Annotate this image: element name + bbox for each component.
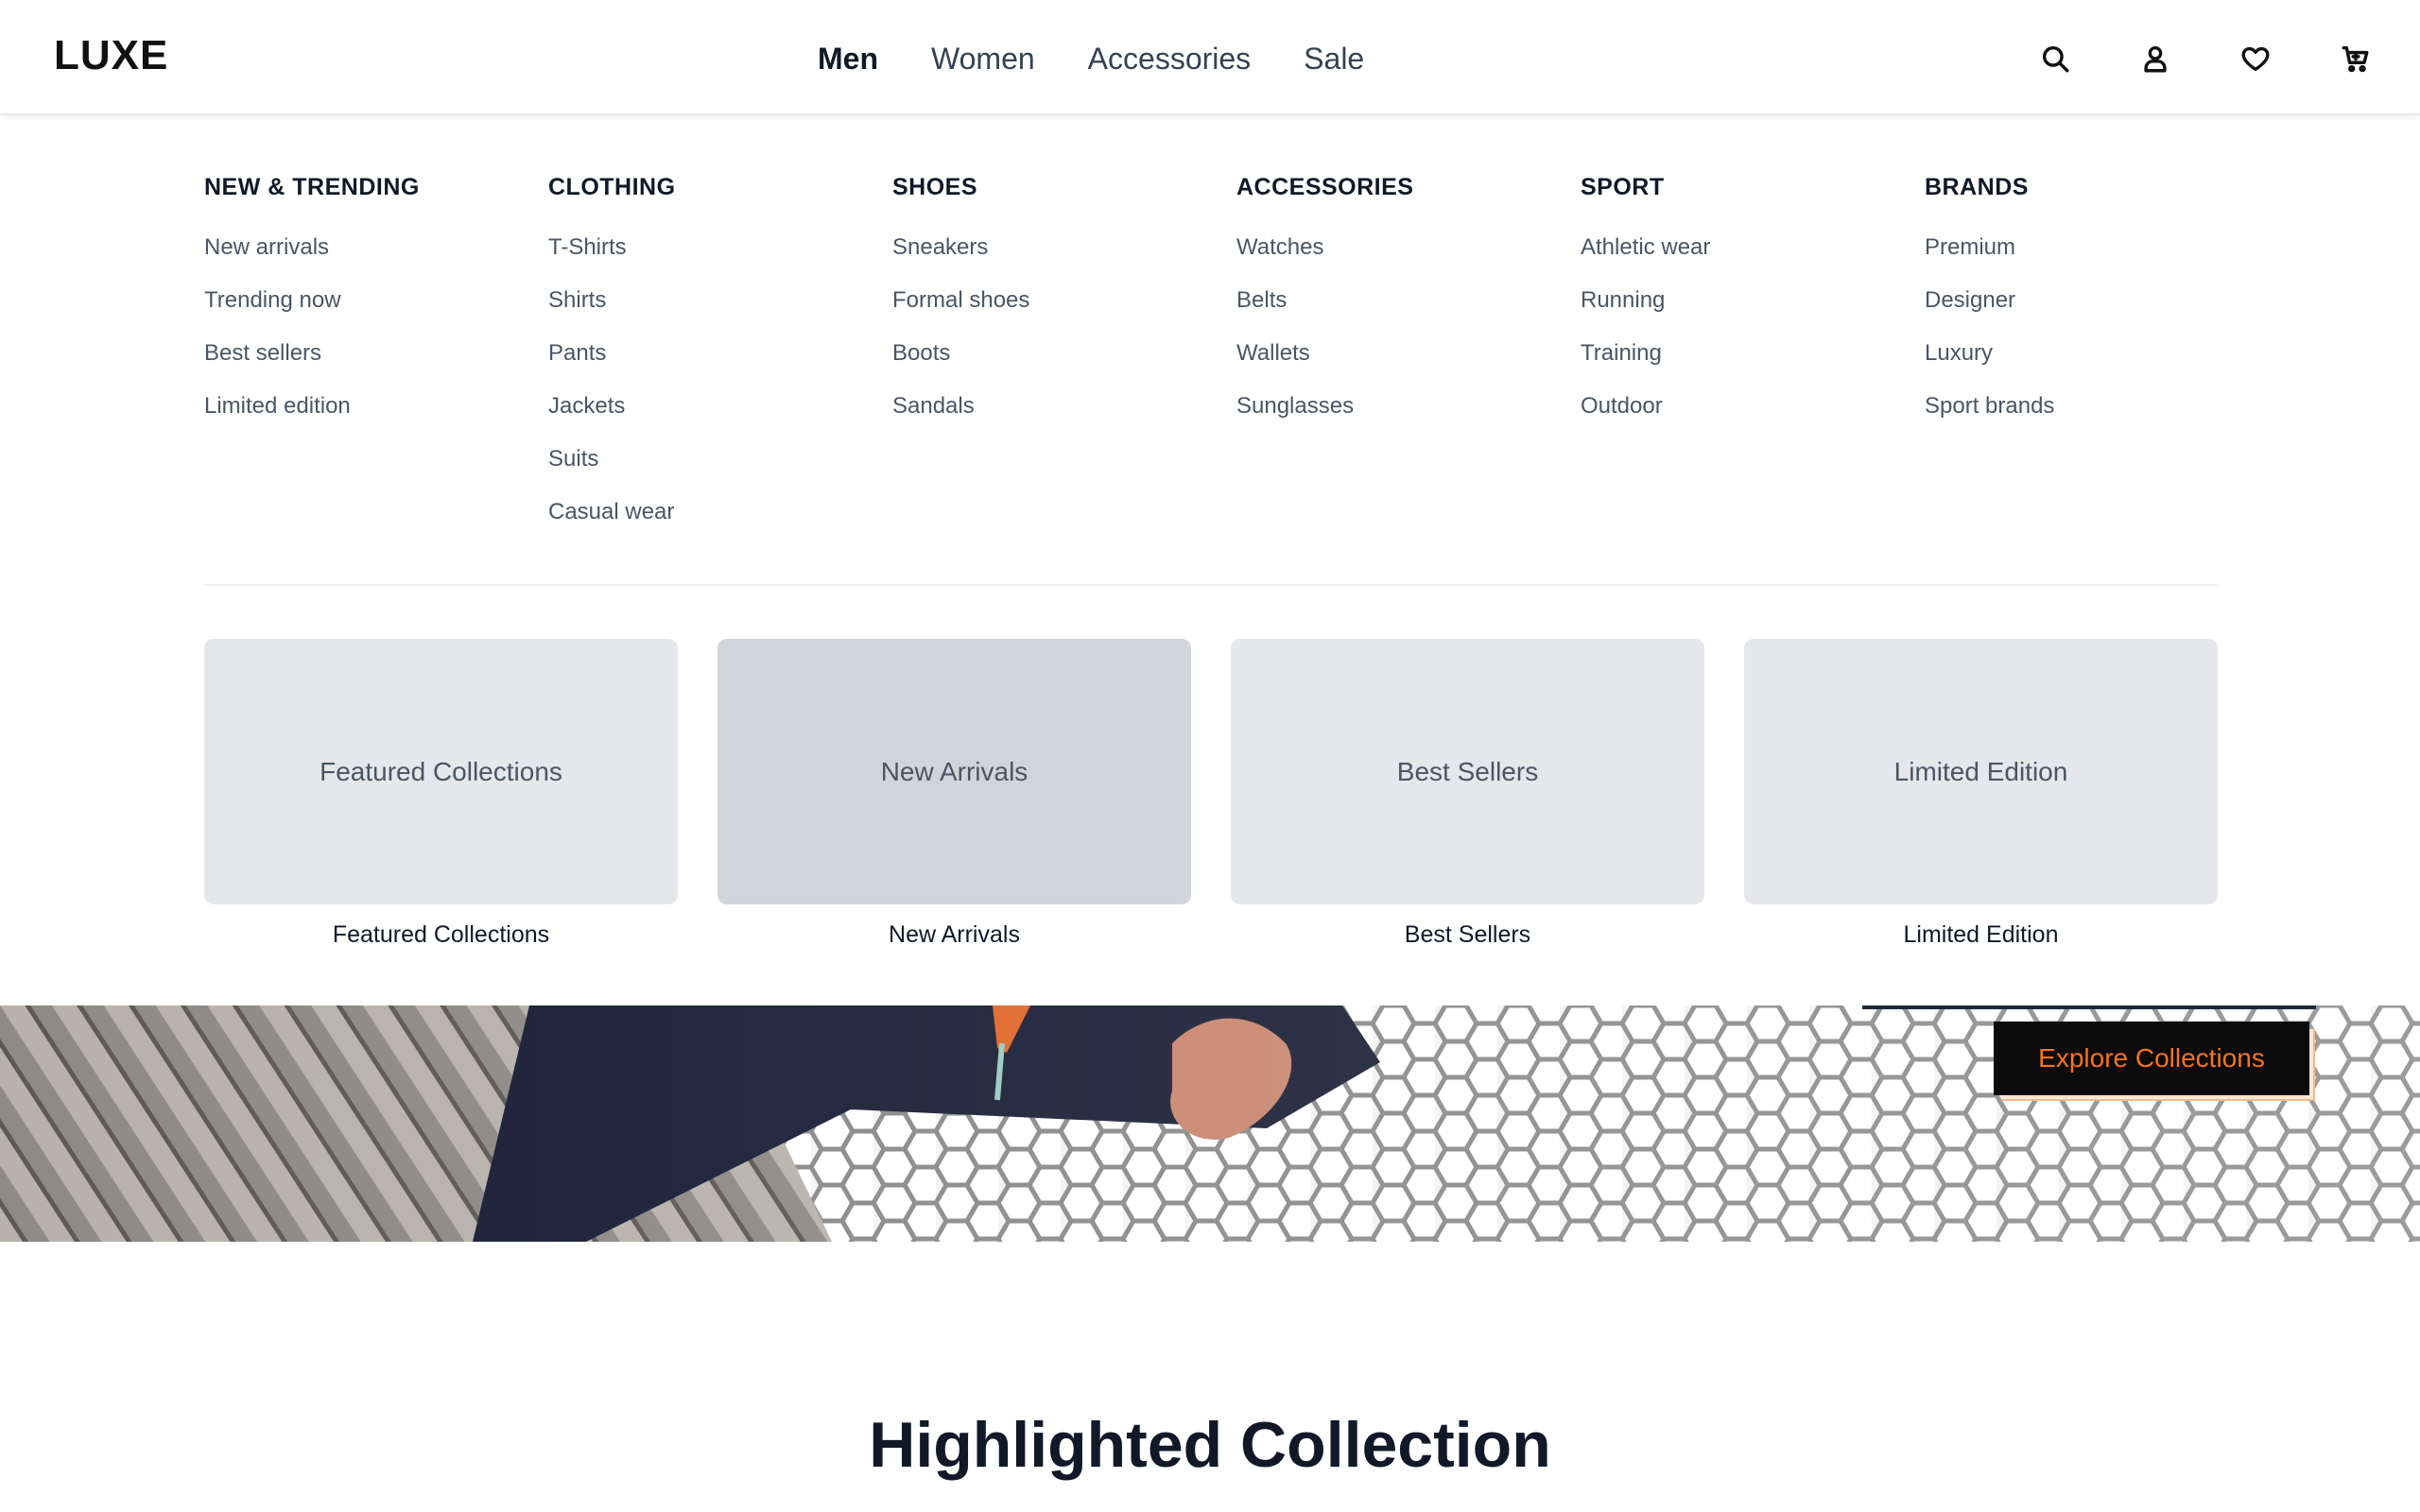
section-title: Highlighted Collection <box>869 1409 1551 1481</box>
nav-sale[interactable]: Sale <box>1304 36 1364 81</box>
hero-banner: Explore Collections <box>0 1005 2420 1242</box>
card-label: Best Sellers <box>1396 756 1539 786</box>
nav-men[interactable]: Men <box>818 36 878 81</box>
card-label: New Arrivals <box>880 756 1028 786</box>
search-icon[interactable] <box>2038 36 2072 81</box>
menu-column-clothing: CLOTHING T-Shirts Shirts Pants Jackets S… <box>548 168 892 548</box>
menu-column-sport: SPORT Athletic wear Running Training Out… <box>1581 168 1925 548</box>
promo-card-featured[interactable]: Featured Collections Featured Collection… <box>204 639 678 949</box>
mega-menu: NEW & TRENDING New arrivals Trending now… <box>0 115 2420 1005</box>
card-image-placeholder[interactable]: Limited Edition <box>1744 639 2218 904</box>
column-title: SHOES <box>892 174 978 200</box>
site-header: LUXE Men Women Accessories Sale <box>0 0 2420 115</box>
nav-women[interactable]: Women <box>931 36 1035 81</box>
menu-link[interactable]: Limited edition <box>204 389 548 442</box>
column-title: ACCESSORIES <box>1236 174 1414 200</box>
card-label: Featured Collections <box>320 756 562 786</box>
card-caption[interactable]: Limited Edition <box>1744 921 2218 949</box>
nav-accessories[interactable]: Accessories <box>1088 36 1252 81</box>
menu-columns: NEW & TRENDING New arrivals Trending now… <box>204 168 2269 548</box>
menu-link[interactable]: Shirts <box>548 284 892 336</box>
menu-link[interactable]: T-Shirts <box>548 231 892 284</box>
card-caption[interactable]: New Arrivals <box>717 921 1191 949</box>
logo[interactable]: LUXE <box>54 32 168 79</box>
column-title: NEW & TRENDING <box>204 174 420 200</box>
column-title: BRANDS <box>1925 174 2029 200</box>
menu-link[interactable]: Watches <box>1236 231 1581 284</box>
menu-link[interactable]: Wallets <box>1236 336 1581 389</box>
cart-icon[interactable] <box>2339 36 2373 81</box>
heart-icon[interactable] <box>2238 36 2273 81</box>
menu-link[interactable]: Trending now <box>204 284 548 336</box>
menu-column-shoes: SHOES Sneakers Formal shoes Boots Sandal… <box>892 168 1236 548</box>
card-image-placeholder[interactable]: Best Sellers <box>1231 639 1704 904</box>
menu-link[interactable]: Formal shoes <box>892 284 1236 336</box>
menu-link[interactable]: Pants <box>548 336 892 389</box>
hero-accent-line <box>1862 1005 2316 1009</box>
card-caption[interactable]: Featured Collections <box>204 921 678 949</box>
menu-link[interactable]: Sport brands <box>1925 389 2269 442</box>
promo-card-limited-edition[interactable]: Limited Edition Limited Edition <box>1744 639 2218 949</box>
menu-link[interactable]: Jackets <box>548 389 892 442</box>
column-title: SPORT <box>1581 174 1665 200</box>
column-title: CLOTHING <box>548 174 676 200</box>
menu-link[interactable]: Premium <box>1925 231 2269 284</box>
promo-card-best-sellers[interactable]: Best Sellers Best Sellers <box>1231 639 1704 949</box>
promo-cards: Featured Collections Featured Collection… <box>204 639 2218 949</box>
menu-link[interactable]: Training <box>1581 336 1925 389</box>
menu-link[interactable]: Sandals <box>892 389 1236 442</box>
explore-collections-button[interactable]: Explore Collections <box>1994 1022 2309 1095</box>
menu-column-new-trending: NEW & TRENDING New arrivals Trending now… <box>204 168 548 548</box>
menu-link[interactable]: Best sellers <box>204 336 548 389</box>
menu-link[interactable]: Belts <box>1236 284 1581 336</box>
user-icon[interactable] <box>2138 36 2172 81</box>
header-actions <box>2038 36 2373 81</box>
menu-link[interactable]: Running <box>1581 284 1925 336</box>
menu-column-accessories: ACCESSORIES Watches Belts Wallets Sungla… <box>1236 168 1581 548</box>
menu-link[interactable]: Casual wear <box>548 495 892 548</box>
menu-link[interactable]: Outdoor <box>1581 389 1925 442</box>
menu-link[interactable]: Sneakers <box>892 231 1236 284</box>
menu-column-brands: BRANDS Premium Designer Luxury Sport bra… <box>1925 168 2269 548</box>
card-caption[interactable]: Best Sellers <box>1231 921 1704 949</box>
menu-link[interactable]: New arrivals <box>204 231 548 284</box>
menu-divider <box>204 584 2218 586</box>
card-label: Limited Edition <box>1893 756 2068 786</box>
promo-card-new-arrivals[interactable]: New Arrivals New Arrivals <box>717 639 1191 949</box>
card-image-placeholder[interactable]: Featured Collections <box>204 639 678 904</box>
card-image-placeholder[interactable]: New Arrivals <box>717 639 1191 904</box>
main-nav: Men Women Accessories Sale <box>818 36 1364 81</box>
menu-link[interactable]: Sunglasses <box>1236 389 1581 442</box>
menu-link[interactable]: Luxury <box>1925 336 2269 389</box>
menu-link[interactable]: Athletic wear <box>1581 231 1925 284</box>
menu-link[interactable]: Boots <box>892 336 1236 389</box>
menu-link[interactable]: Designer <box>1925 284 2269 336</box>
menu-link[interactable]: Suits <box>548 442 892 495</box>
